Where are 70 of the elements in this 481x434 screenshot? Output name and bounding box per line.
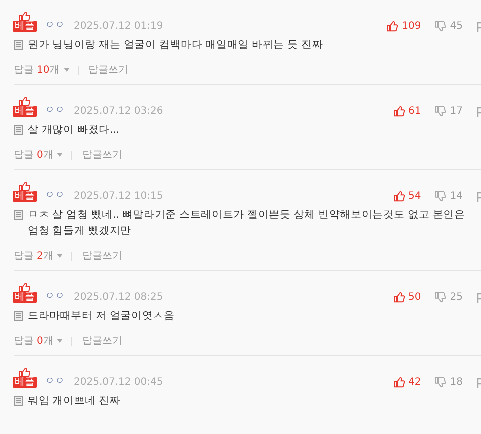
thumbs-down-icon[interactable] bbox=[435, 21, 446, 32]
thumbs-down-icon[interactable] bbox=[435, 292, 446, 303]
write-reply-link[interactable]: 답글쓰기 bbox=[82, 249, 122, 263]
best-badge: 베플 bbox=[13, 106, 37, 117]
comment-text: 드라마때부터 저 얼굴이엿ㅅ음 bbox=[28, 309, 175, 324]
caret-icon[interactable] bbox=[57, 153, 64, 157]
thumbs-up-icon bbox=[19, 12, 31, 21]
caret-icon[interactable] bbox=[64, 68, 70, 72]
reply-count[interactable]: 10 bbox=[37, 64, 50, 76]
document-icon bbox=[14, 311, 23, 321]
dislike-count: 18 bbox=[450, 377, 463, 388]
write-reply-link[interactable]: 답글쓰기 bbox=[82, 334, 122, 348]
comment-date: 2025.07.12 01:19 bbox=[74, 21, 164, 32]
caret-icon[interactable] bbox=[57, 339, 64, 343]
document-icon bbox=[14, 210, 23, 220]
thumbs-up-icon[interactable] bbox=[394, 292, 405, 303]
dislike-count: 45 bbox=[450, 21, 463, 32]
thumbs-up-icon bbox=[19, 283, 31, 292]
best-badge: 베플 bbox=[13, 377, 37, 388]
like-count: 50 bbox=[408, 292, 422, 303]
reply-count[interactable]: 2 bbox=[37, 250, 44, 262]
caret-icon[interactable] bbox=[57, 254, 64, 258]
dislike-count: 25 bbox=[450, 292, 463, 303]
like-count: 42 bbox=[408, 377, 422, 388]
reply-count[interactable]: 0 bbox=[37, 150, 44, 160]
thumbs-up-icon[interactable] bbox=[387, 21, 398, 32]
reply-unit[interactable]: 개 bbox=[43, 148, 54, 162]
best-badge: 베플 bbox=[13, 191, 37, 202]
comment-text: 뭔가 닝닝이랑 재는 얼굴이 컴백마다 매일매일 바뀌는 듯 진짜 bbox=[28, 38, 324, 53]
thumbs-up-icon[interactable] bbox=[394, 377, 405, 388]
like-count: 109 bbox=[402, 21, 422, 32]
comment-date: 2025.07.12 10:15 bbox=[74, 191, 164, 202]
thumbs-down-icon[interactable] bbox=[435, 377, 446, 388]
comment-date: 2025.07.12 08:25 bbox=[74, 292, 164, 303]
thumbs-down-icon[interactable] bbox=[435, 106, 446, 117]
username: ㅇㅇ bbox=[45, 104, 65, 117]
reply-label[interactable]: 답글 bbox=[14, 334, 34, 348]
username: ㅇㅇ bbox=[45, 19, 65, 32]
best-badge: 베플 bbox=[13, 21, 37, 32]
thumbs-up-icon[interactable] bbox=[394, 106, 405, 117]
reply-label[interactable]: 답글 bbox=[14, 148, 34, 162]
write-reply-link[interactable]: 답글쓰기 bbox=[88, 63, 129, 77]
thumbs-down-icon[interactable] bbox=[435, 191, 446, 202]
thumbs-up-icon bbox=[19, 368, 31, 377]
like-count: 54 bbox=[408, 191, 422, 202]
dislike-count: 17 bbox=[450, 106, 463, 117]
reply-count[interactable]: 0 bbox=[37, 336, 44, 346]
reply-label[interactable]: 답글 bbox=[14, 63, 34, 77]
write-reply-link[interactable]: 답글쓰기 bbox=[82, 148, 122, 162]
thumbs-up-icon[interactable] bbox=[394, 191, 405, 202]
reply-unit[interactable]: 개 bbox=[43, 249, 54, 263]
document-icon bbox=[14, 396, 23, 406]
comment-text: 살 개많이 빠졌다... bbox=[28, 123, 120, 138]
like-count: 61 bbox=[408, 106, 422, 117]
reply-label[interactable]: 답글 bbox=[14, 249, 34, 263]
username: ㅇㅇ bbox=[45, 375, 65, 388]
comment-date: 2025.07.12 03:26 bbox=[74, 106, 164, 117]
reply-unit[interactable]: 개 bbox=[43, 334, 54, 348]
document-icon bbox=[14, 40, 23, 50]
comment-text: ㅁㅊ 살 엄청 뺐네.. 뼈말라기준 스트레이트가 젤이쁜듯 상체 빈약해보이는것도 없고 본인은 엄청 힘들게 뺐겠지만 bbox=[28, 208, 466, 239]
thumbs-up-icon bbox=[19, 182, 31, 191]
username: ㅇㅇ bbox=[45, 189, 65, 202]
comment-date: 2025.07.12 00:45 bbox=[74, 377, 164, 388]
dislike-count: 14 bbox=[450, 191, 463, 202]
comment-text: 뭐임 개이쁘네 진짜 bbox=[28, 394, 121, 409]
username: ㅇㅇ bbox=[45, 290, 65, 303]
reply-unit[interactable]: 개 bbox=[50, 63, 60, 77]
best-badge: 베플 bbox=[13, 292, 37, 303]
thumbs-up-icon bbox=[19, 97, 31, 106]
document-icon bbox=[14, 125, 23, 135]
